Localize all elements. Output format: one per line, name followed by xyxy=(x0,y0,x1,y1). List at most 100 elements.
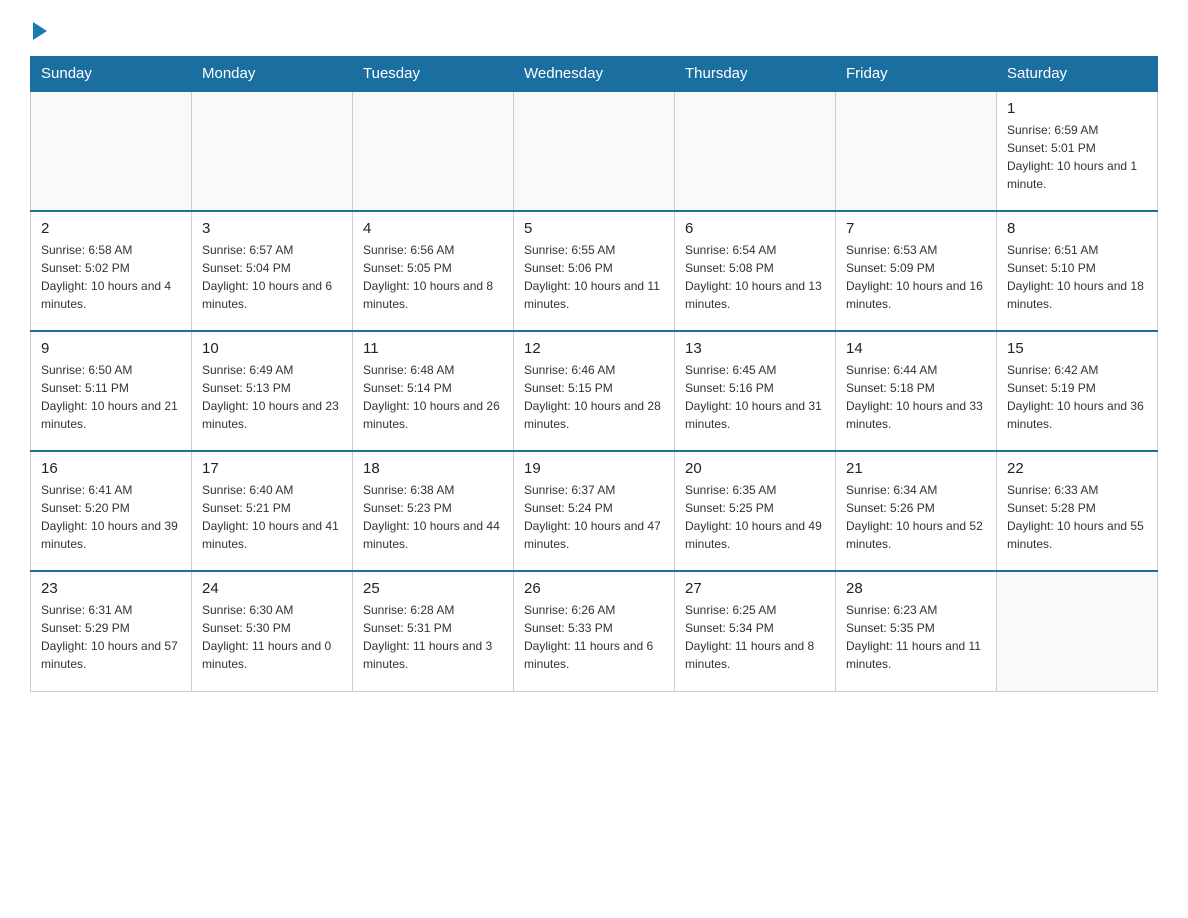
day-number: 25 xyxy=(363,580,503,597)
day-number: 1 xyxy=(1007,100,1147,117)
day-info: Sunrise: 6:51 AM Sunset: 5:10 PM Dayligh… xyxy=(1007,241,1147,313)
logo-triangle-icon xyxy=(33,22,47,40)
calendar-cell: 1 Sunrise: 6:59 AM Sunset: 5:01 PM Daylig… xyxy=(997,91,1158,211)
day-number: 7 xyxy=(846,220,986,237)
calendar-cell: 2 Sunrise: 6:58 AM Sunset: 5:02 PM Daylig… xyxy=(31,211,192,331)
calendar-cell: 10 Sunrise: 6:49 AM Sunset: 5:13 PM Dayli… xyxy=(192,331,353,451)
day-number: 26 xyxy=(524,580,664,597)
day-info: Sunrise: 6:25 AM Sunset: 5:34 PM Dayligh… xyxy=(685,601,825,673)
calendar-cell xyxy=(675,91,836,211)
calendar-cell: 27 Sunrise: 6:25 AM Sunset: 5:34 PM Dayli… xyxy=(675,571,836,691)
calendar-cell: 18 Sunrise: 6:38 AM Sunset: 5:23 PM Dayli… xyxy=(353,451,514,571)
day-info: Sunrise: 6:41 AM Sunset: 5:20 PM Dayligh… xyxy=(41,481,181,553)
calendar-cell: 21Sunrise: 6:34 AM Sunset: 5:26 PM Dayli… xyxy=(836,451,997,571)
day-number: 16 xyxy=(41,460,181,477)
day-number: 10 xyxy=(202,340,342,357)
calendar-cell: 3 Sunrise: 6:57 AM Sunset: 5:04 PM Daylig… xyxy=(192,211,353,331)
day-number: 28 xyxy=(846,580,986,597)
day-number: 22 xyxy=(1007,460,1147,477)
calendar-week-row: 16 Sunrise: 6:41 AM Sunset: 5:20 PM Dayli… xyxy=(31,451,1158,571)
day-info: Sunrise: 6:37 AM Sunset: 5:24 PM Dayligh… xyxy=(524,481,664,553)
day-number: 27 xyxy=(685,580,825,597)
day-number: 6 xyxy=(685,220,825,237)
calendar-cell: 13Sunrise: 6:45 AM Sunset: 5:16 PM Dayli… xyxy=(675,331,836,451)
weekday-header-row: SundayMondayTuesdayWednesdayThursdayFrid… xyxy=(31,57,1158,92)
calendar-cell: 8 Sunrise: 6:51 AM Sunset: 5:10 PM Daylig… xyxy=(997,211,1158,331)
calendar-cell: 16 Sunrise: 6:41 AM Sunset: 5:20 PM Dayli… xyxy=(31,451,192,571)
calendar-cell xyxy=(836,91,997,211)
day-number: 4 xyxy=(363,220,503,237)
day-info: Sunrise: 6:42 AM Sunset: 5:19 PM Dayligh… xyxy=(1007,361,1147,433)
weekday-header-thursday: Thursday xyxy=(675,57,836,92)
calendar-cell: 7 Sunrise: 6:53 AM Sunset: 5:09 PM Daylig… xyxy=(836,211,997,331)
day-info: Sunrise: 6:50 AM Sunset: 5:11 PM Dayligh… xyxy=(41,361,181,433)
calendar-cell: 23 Sunrise: 6:31 AM Sunset: 5:29 PM Dayli… xyxy=(31,571,192,691)
calendar-cell: 11 Sunrise: 6:48 AM Sunset: 5:14 PM Dayli… xyxy=(353,331,514,451)
calendar-cell xyxy=(31,91,192,211)
day-info: Sunrise: 6:56 AM Sunset: 5:05 PM Dayligh… xyxy=(363,241,503,313)
calendar-cell xyxy=(353,91,514,211)
day-info: Sunrise: 6:35 AM Sunset: 5:25 PM Dayligh… xyxy=(685,481,825,553)
day-number: 2 xyxy=(41,220,181,237)
calendar-week-row: 2 Sunrise: 6:58 AM Sunset: 5:02 PM Daylig… xyxy=(31,211,1158,331)
calendar-cell: 6 Sunrise: 6:54 AM Sunset: 5:08 PM Daylig… xyxy=(675,211,836,331)
day-info: Sunrise: 6:26 AM Sunset: 5:33 PM Dayligh… xyxy=(524,601,664,673)
day-info: Sunrise: 6:33 AM Sunset: 5:28 PM Dayligh… xyxy=(1007,481,1147,553)
calendar-cell: 15 Sunrise: 6:42 AM Sunset: 5:19 PM Dayli… xyxy=(997,331,1158,451)
day-info: Sunrise: 6:55 AM Sunset: 5:06 PM Dayligh… xyxy=(524,241,664,313)
day-number: 20 xyxy=(685,460,825,477)
calendar-table: SundayMondayTuesdayWednesdayThursdayFrid… xyxy=(30,56,1158,692)
day-number: 24 xyxy=(202,580,342,597)
weekday-header-tuesday: Tuesday xyxy=(353,57,514,92)
day-info: Sunrise: 6:48 AM Sunset: 5:14 PM Dayligh… xyxy=(363,361,503,433)
calendar-cell: 17 Sunrise: 6:40 AM Sunset: 5:21 PM Dayli… xyxy=(192,451,353,571)
day-number: 15 xyxy=(1007,340,1147,357)
day-info: Sunrise: 6:38 AM Sunset: 5:23 PM Dayligh… xyxy=(363,481,503,553)
calendar-cell: 19 Sunrise: 6:37 AM Sunset: 5:24 PM Dayli… xyxy=(514,451,675,571)
day-info: Sunrise: 6:44 AM Sunset: 5:18 PM Dayligh… xyxy=(846,361,986,433)
day-info: Sunrise: 6:46 AM Sunset: 5:15 PM Dayligh… xyxy=(524,361,664,433)
day-number: 21 xyxy=(846,460,986,477)
day-number: 17 xyxy=(202,460,342,477)
day-number: 3 xyxy=(202,220,342,237)
weekday-header-sunday: Sunday xyxy=(31,57,192,92)
day-number: 19 xyxy=(524,460,664,477)
day-info: Sunrise: 6:28 AM Sunset: 5:31 PM Dayligh… xyxy=(363,601,503,673)
weekday-header-saturday: Saturday xyxy=(997,57,1158,92)
day-info: Sunrise: 6:49 AM Sunset: 5:13 PM Dayligh… xyxy=(202,361,342,433)
weekday-header-monday: Monday xyxy=(192,57,353,92)
day-info: Sunrise: 6:57 AM Sunset: 5:04 PM Dayligh… xyxy=(202,241,342,313)
page-header xyxy=(30,20,1158,40)
calendar-week-row: 23 Sunrise: 6:31 AM Sunset: 5:29 PM Dayli… xyxy=(31,571,1158,691)
day-info: Sunrise: 6:31 AM Sunset: 5:29 PM Dayligh… xyxy=(41,601,181,673)
calendar-cell: 14 Sunrise: 6:44 AM Sunset: 5:18 PM Dayli… xyxy=(836,331,997,451)
calendar-cell xyxy=(514,91,675,211)
day-number: 12 xyxy=(524,340,664,357)
calendar-cell: 4 Sunrise: 6:56 AM Sunset: 5:05 PM Daylig… xyxy=(353,211,514,331)
day-info: Sunrise: 6:59 AM Sunset: 5:01 PM Dayligh… xyxy=(1007,121,1147,193)
calendar-cell: 20 Sunrise: 6:35 AM Sunset: 5:25 PM Dayli… xyxy=(675,451,836,571)
day-number: 9 xyxy=(41,340,181,357)
calendar-week-row: 1 Sunrise: 6:59 AM Sunset: 5:01 PM Daylig… xyxy=(31,91,1158,211)
day-info: Sunrise: 6:40 AM Sunset: 5:21 PM Dayligh… xyxy=(202,481,342,553)
day-number: 8 xyxy=(1007,220,1147,237)
day-number: 18 xyxy=(363,460,503,477)
day-info: Sunrise: 6:54 AM Sunset: 5:08 PM Dayligh… xyxy=(685,241,825,313)
calendar-cell xyxy=(192,91,353,211)
day-info: Sunrise: 6:58 AM Sunset: 5:02 PM Dayligh… xyxy=(41,241,181,313)
day-number: 5 xyxy=(524,220,664,237)
calendar-cell: 12 Sunrise: 6:46 AM Sunset: 5:15 PM Dayli… xyxy=(514,331,675,451)
calendar-cell: 26 Sunrise: 6:26 AM Sunset: 5:33 PM Dayli… xyxy=(514,571,675,691)
day-number: 13 xyxy=(685,340,825,357)
day-info: Sunrise: 6:53 AM Sunset: 5:09 PM Dayligh… xyxy=(846,241,986,313)
day-number: 23 xyxy=(41,580,181,597)
calendar-cell: 9 Sunrise: 6:50 AM Sunset: 5:11 PM Daylig… xyxy=(31,331,192,451)
day-number: 14 xyxy=(846,340,986,357)
weekday-header-friday: Friday xyxy=(836,57,997,92)
calendar-cell: 5 Sunrise: 6:55 AM Sunset: 5:06 PM Daylig… xyxy=(514,211,675,331)
calendar-cell: 25 Sunrise: 6:28 AM Sunset: 5:31 PM Dayli… xyxy=(353,571,514,691)
calendar-week-row: 9 Sunrise: 6:50 AM Sunset: 5:11 PM Daylig… xyxy=(31,331,1158,451)
calendar-cell: 22 Sunrise: 6:33 AM Sunset: 5:28 PM Dayli… xyxy=(997,451,1158,571)
calendar-cell xyxy=(997,571,1158,691)
day-number: 11 xyxy=(363,340,503,357)
